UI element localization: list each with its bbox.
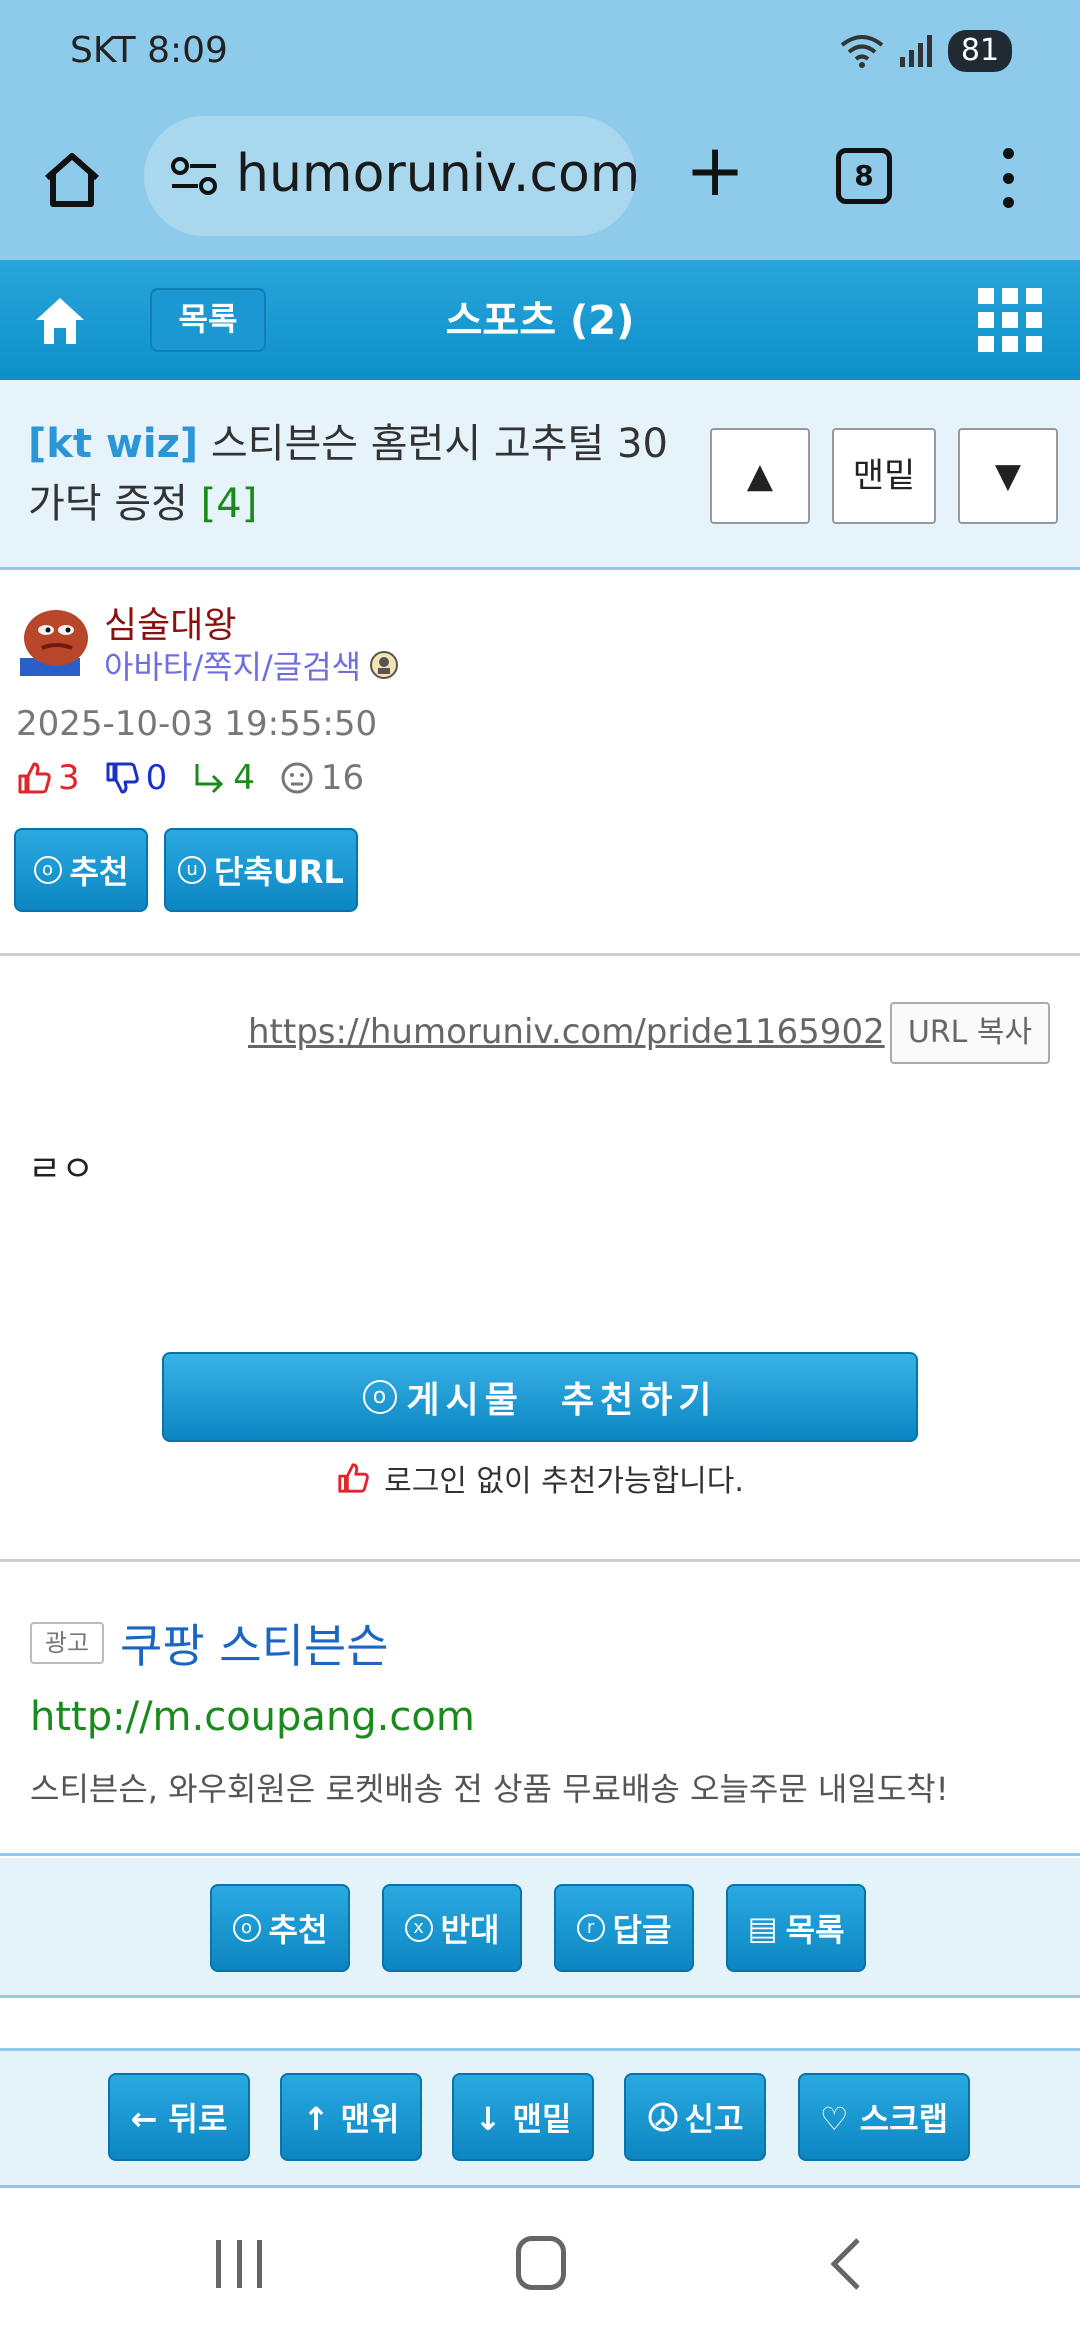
- thumbs-up-icon: [18, 762, 51, 794]
- reply-arrow-icon: [195, 764, 224, 794]
- reply-count: 4: [233, 758, 255, 798]
- like-stat: 3: [16, 758, 80, 798]
- ad-url[interactable]: http://m.coupang.com: [30, 1694, 475, 1740]
- hotkey-o-icon: o: [232, 1914, 261, 1942]
- site-nav: 목록 스포츠 (2): [0, 260, 1080, 380]
- grid-menu-icon[interactable]: [978, 288, 1042, 352]
- recommend-button[interactable]: o 추천: [14, 828, 148, 912]
- ad-block[interactable]: 광고 쿠팡 스티븐슨 http://m.coupang.com 스티븐슨, 와우…: [0, 1564, 1080, 1856]
- address-bar[interactable]: humoruniv.com: [144, 116, 636, 236]
- action-oppose-button[interactable]: x 반대: [382, 1884, 522, 1972]
- short-url-button[interactable]: u 단축URL: [164, 828, 358, 912]
- author-links-text[interactable]: 아바타/쪽지/글검색: [104, 642, 361, 688]
- action-recommend-button[interactable]: o 추천: [210, 1884, 350, 1972]
- system-nav-bar: [0, 2190, 1080, 2340]
- action-reply-button[interactable]: r 답글: [554, 1884, 694, 1972]
- post-category[interactable]: [kt wiz]: [28, 421, 198, 467]
- like-count: 3: [58, 758, 80, 798]
- go-top-button[interactable]: ↑ 맨위: [280, 2073, 422, 2161]
- url-text: humoruniv.com: [236, 144, 636, 204]
- carrier-time: SKT 8:09: [70, 30, 228, 71]
- recommend-label: 추천: [69, 853, 129, 891]
- recommend-post-button[interactable]: o 게시물 추천하기: [162, 1352, 918, 1442]
- post-title-bar: [kt wiz] 스티븐슨 홈런시 고추털 30 가닥 증정 [4] ▲ 맨밑 …: [0, 380, 1080, 570]
- report-icon: [648, 2102, 678, 2132]
- status-icons: 81: [840, 30, 1012, 72]
- author-links[interactable]: 아바타/쪽지/글검색: [104, 642, 399, 688]
- battery-indicator: 81: [948, 30, 1012, 72]
- site-settings-icon[interactable]: [168, 154, 220, 198]
- hotkey-o-icon: o: [33, 856, 62, 884]
- author-section: 심술대왕 아바타/쪽지/글검색 2025-10-03 19:55:50 3 0 …: [0, 572, 1080, 956]
- dislike-count: 0: [145, 758, 168, 798]
- action-reply-label: 답글: [612, 1911, 672, 1949]
- comment-count: [4]: [200, 481, 258, 527]
- back-label: ← 뒤로: [130, 2100, 228, 2138]
- browser-home-button[interactable]: [36, 144, 108, 216]
- avatar[interactable]: [16, 602, 92, 678]
- thumbs-down-icon: [106, 762, 139, 794]
- author-name[interactable]: 심술대왕: [104, 596, 236, 648]
- bottom-nav: ← 뒤로 ↑ 맨위 ↓ 맨밑 신고 ♡ 스크랩: [0, 2048, 1080, 2188]
- next-post-button[interactable]: ▼: [958, 428, 1058, 524]
- view-count: 16: [320, 758, 365, 798]
- url-copy-button[interactable]: URL 복사: [890, 1002, 1050, 1064]
- ad-description: 스티븐슨, 와우회원은 로켓배송 전 상품 무료배송 오늘주문 내일도착!: [30, 1770, 949, 1808]
- back-button[interactable]: ← 뒤로: [108, 2073, 250, 2161]
- recommend-post-label: 게시물 추천하기: [406, 1380, 718, 1421]
- report-label: 신고: [684, 2100, 744, 2138]
- viewer-face-icon: [281, 762, 313, 794]
- prev-post-button[interactable]: ▲: [710, 428, 810, 524]
- site-home-icon[interactable]: [30, 290, 90, 350]
- ad-title[interactable]: 쿠팡 스티븐슨: [120, 1610, 389, 1676]
- post-date: 2025-10-03 19:55:50: [16, 704, 378, 744]
- go-bottom-nav-button[interactable]: ↓ 맨밑: [452, 2073, 594, 2161]
- action-recommend-label: 추천: [268, 1911, 328, 1949]
- short-url-label: 단축URL: [214, 853, 344, 891]
- post-action-bar: o 추천 x 반대 r 답글 ▤ 목록: [0, 1858, 1080, 1998]
- browser-menu-button[interactable]: [988, 138, 1028, 218]
- tab-switcher-button[interactable]: 8: [836, 148, 892, 204]
- go-top-label: ↑ 맨위: [302, 2100, 400, 2138]
- clock: 8:09: [147, 30, 228, 71]
- post-title: [kt wiz] 스티븐슨 홈런시 고추털 30 가닥 증정 [4]: [28, 414, 678, 534]
- post-body: ㄹㅇ: [28, 1149, 95, 1190]
- post-stats: 3 0 4 16: [16, 758, 382, 798]
- hotkey-r-icon: r: [576, 1914, 605, 1942]
- permalink[interactable]: https://humoruniv.com/pride1165902: [248, 1012, 885, 1052]
- scrap-label: ♡ 스크랩: [819, 2100, 949, 2138]
- browser-toolbar: humoruniv.com + 8: [0, 112, 1080, 260]
- system-home-icon[interactable]: [516, 2236, 566, 2290]
- hotkey-o-icon: o: [362, 1380, 397, 1414]
- recent-apps-icon[interactable]: [216, 2240, 262, 2288]
- system-back-icon[interactable]: [826, 2234, 866, 2294]
- signal-icon: [900, 35, 932, 67]
- login-note-text: 로그인 없이 추천가능합니다.: [384, 1464, 744, 1499]
- spacer: [0, 2000, 1080, 2048]
- new-tab-button[interactable]: +: [680, 134, 750, 208]
- carrier: SKT: [70, 30, 136, 71]
- member-badge-icon: [370, 651, 399, 679]
- dislike-stat: 0: [104, 758, 168, 798]
- hotkey-u-icon: u: [178, 856, 207, 884]
- go-bottom-button[interactable]: 맨밑: [832, 428, 936, 524]
- thumbs-up-icon: [338, 1463, 369, 1493]
- home-icon: [45, 153, 99, 207]
- action-list-button[interactable]: ▤ 목록: [726, 1884, 866, 1972]
- view-stat: 16: [279, 758, 364, 798]
- go-bottom-label: ↓ 맨밑: [474, 2100, 572, 2138]
- list-icon: ▤: [747, 1909, 778, 1947]
- wifi-icon: [840, 35, 884, 68]
- action-list-label: 목록: [785, 1911, 845, 1949]
- login-note: 로그인 없이 추천가능합니다.: [0, 1456, 1080, 1500]
- report-button[interactable]: 신고: [624, 2073, 766, 2161]
- post-content: https://humoruniv.com/pride1165902 URL 복…: [0, 958, 1080, 1562]
- scrap-button[interactable]: ♡ 스크랩: [798, 2073, 970, 2161]
- ad-badge: 광고: [30, 1622, 104, 1664]
- status-bar: SKT 8:09 81: [0, 0, 1080, 112]
- list-button[interactable]: 목록: [150, 288, 266, 352]
- hotkey-x-icon: x: [404, 1914, 433, 1942]
- reply-stat: 4: [191, 758, 255, 798]
- action-oppose-label: 반대: [440, 1911, 500, 1949]
